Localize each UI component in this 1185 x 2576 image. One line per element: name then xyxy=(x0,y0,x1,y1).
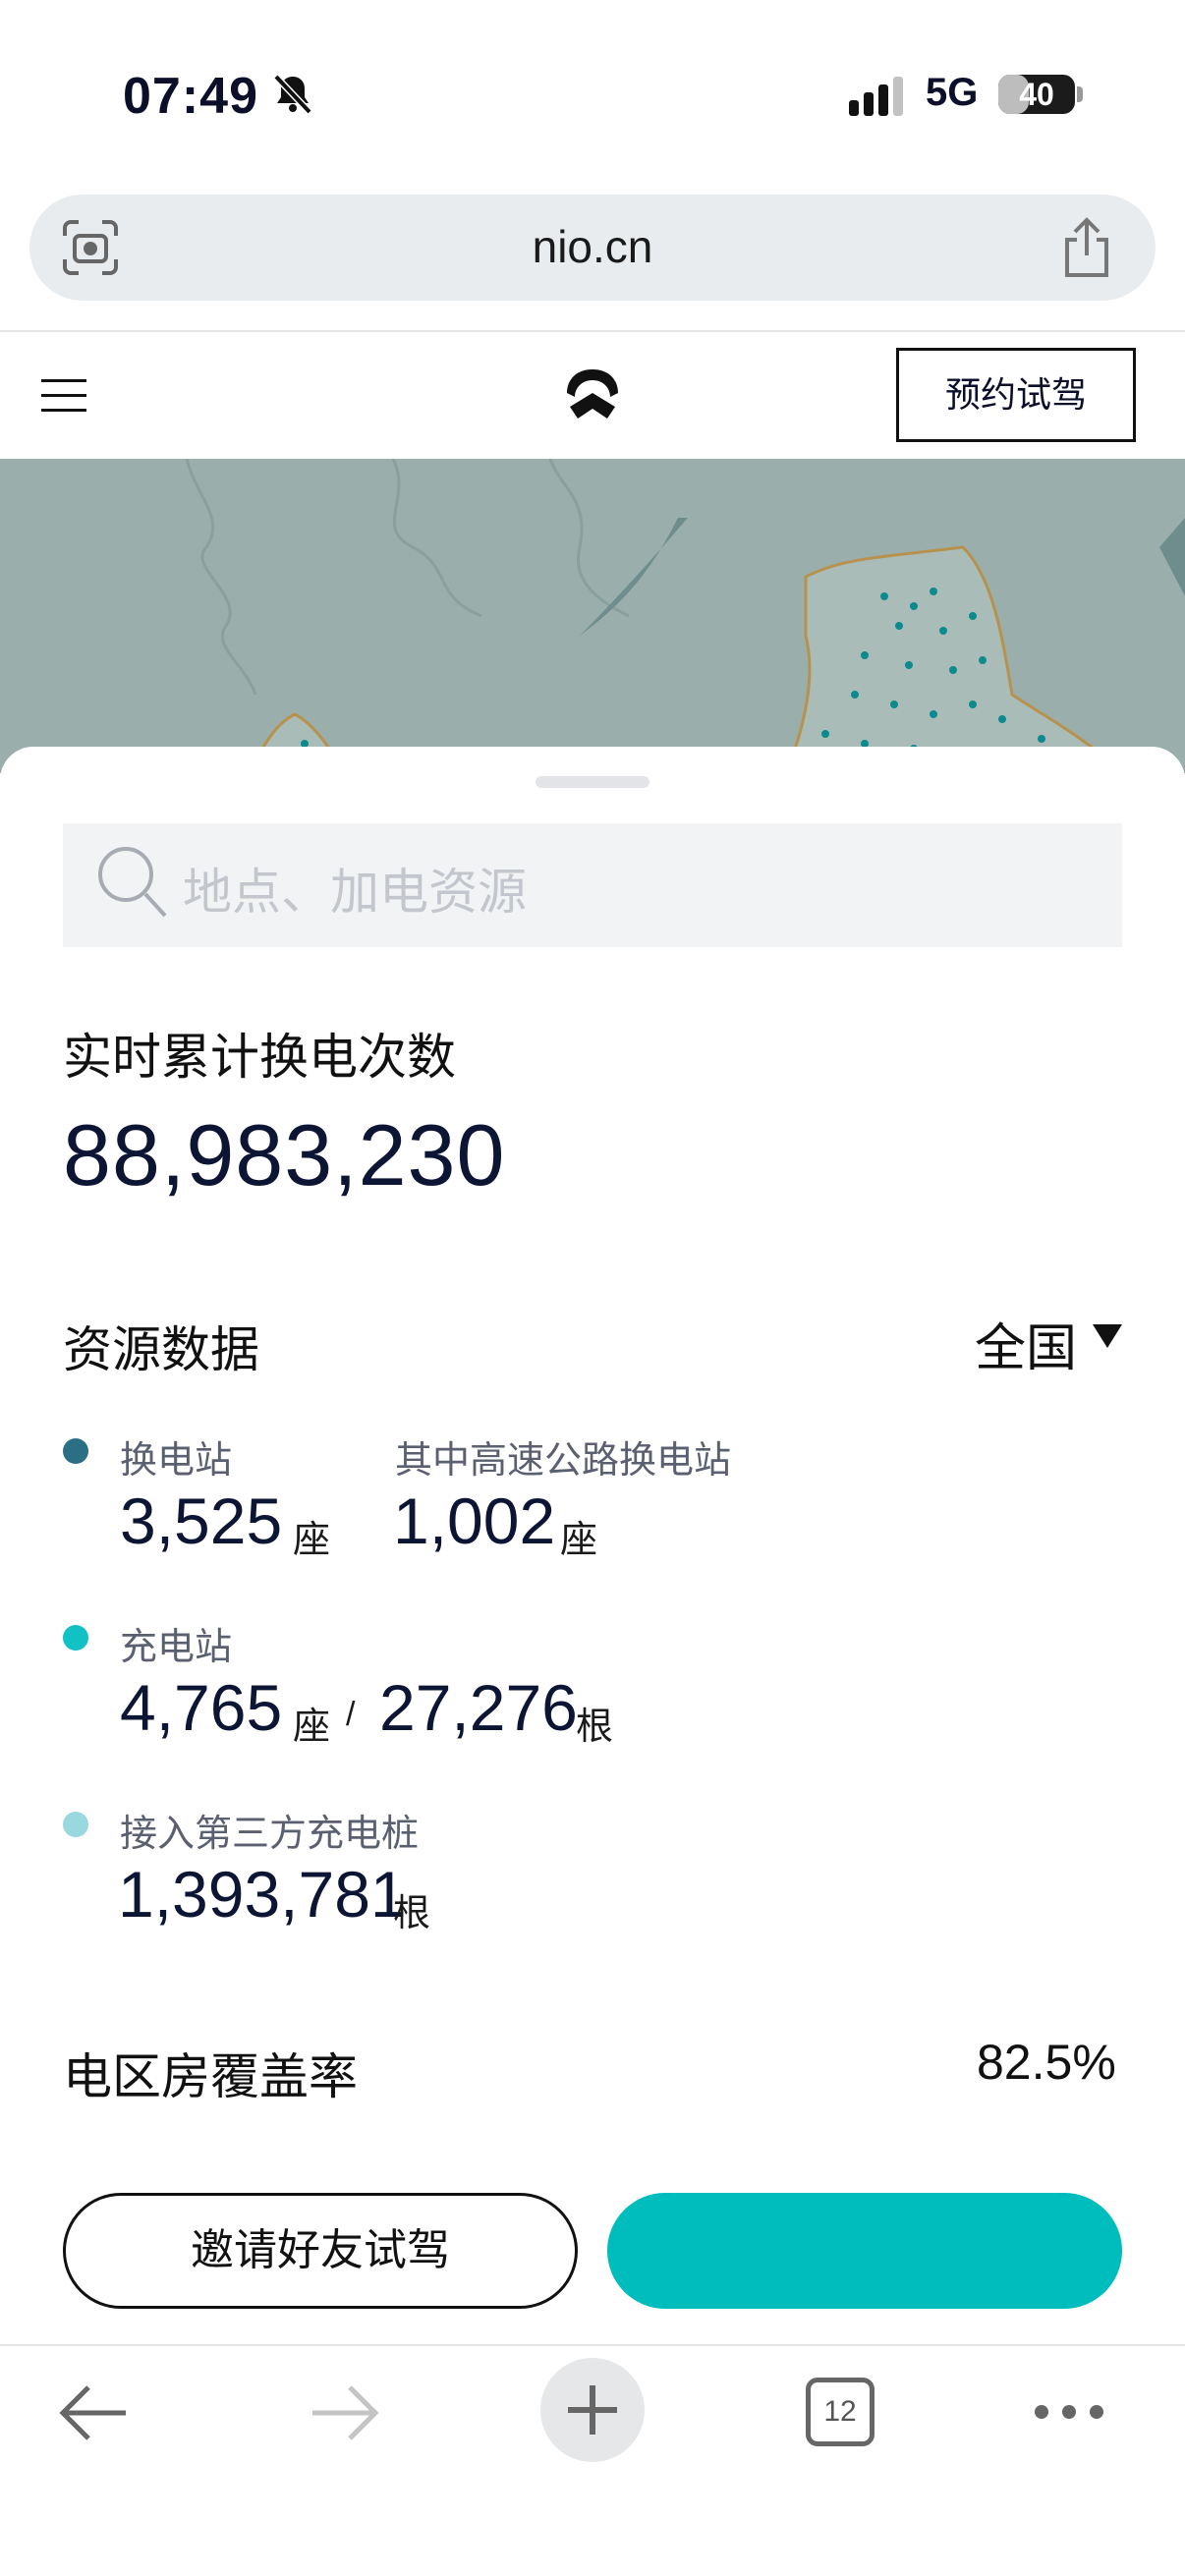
third-party-dot xyxy=(63,1812,88,1837)
network-type: 5G xyxy=(926,71,979,114)
highway-swap-count: 1,002 xyxy=(393,1484,556,1557)
signal-icon xyxy=(849,77,903,116)
url-text[interactable]: nio.cn xyxy=(0,220,1185,273)
nio-logo-icon[interactable] xyxy=(560,364,625,428)
triangle-down-icon[interactable] xyxy=(1091,1322,1124,1350)
back-arrow-icon[interactable] xyxy=(57,2383,132,2442)
region-selector[interactable]: 全国 xyxy=(975,1307,1077,1380)
charging-station-unit: 座 xyxy=(293,1707,331,1748)
swap-station-count: 3,525 xyxy=(120,1484,283,1557)
forward-arrow-icon[interactable] xyxy=(307,2383,381,2442)
highway-swap-unit: 座 xyxy=(560,1520,598,1561)
swap-station-unit: 座 xyxy=(293,1520,331,1561)
search-icon xyxy=(98,847,167,918)
battery-level: 40 xyxy=(1019,77,1054,112)
book-test-drive-button[interactable]: 预约试驾 xyxy=(896,348,1136,442)
third-party-label: 接入第三方充电桩 xyxy=(120,1814,420,1855)
third-party-unit: 根 xyxy=(393,1893,431,1934)
highway-swap-label: 其中高速公路换电站 xyxy=(395,1440,732,1482)
charging-station-label: 充电站 xyxy=(120,1627,233,1668)
toolbar-divider xyxy=(0,2344,1185,2346)
charging-station-count: 4,765 xyxy=(120,1671,283,1744)
charging-station-dot xyxy=(63,1625,88,1651)
charging-piles-count: 27,276 xyxy=(379,1671,578,1744)
hamburger-menu-icon[interactable] xyxy=(39,377,88,415)
search-placeholder: 地点、加电资源 xyxy=(183,865,527,920)
coverage-value: 82.5% xyxy=(977,2035,1116,2090)
charging-piles-unit: 根 xyxy=(576,1707,614,1748)
charging-separator: / xyxy=(346,1696,356,1733)
tab-count-button[interactable]: 12 xyxy=(806,2378,875,2446)
coverage-label: 电区房覆盖率 xyxy=(63,2049,358,2104)
swap-station-dot xyxy=(63,1438,88,1464)
new-tab-plus-icon[interactable] xyxy=(538,2356,647,2464)
more-options-icon[interactable] xyxy=(1032,2397,1106,2427)
charging-map[interactable] xyxy=(0,459,1185,773)
swap-total-label: 实时累计换电次数 xyxy=(63,1030,456,1085)
battery-indicator: 40 xyxy=(998,75,1075,114)
resources-label: 资源数据 xyxy=(63,1322,259,1377)
map-illustration xyxy=(185,459,1185,773)
invite-friend-button[interactable]: 邀请好友试驾 xyxy=(63,2193,578,2309)
drag-handle[interactable] xyxy=(536,776,649,788)
bell-muted-icon xyxy=(273,74,312,115)
status-time: 07:49 xyxy=(123,68,258,125)
swap-station-label: 换电站 xyxy=(120,1440,233,1482)
share-icon[interactable] xyxy=(1059,216,1114,279)
third-party-count: 1,393,781 xyxy=(118,1858,407,1931)
header-divider xyxy=(0,330,1185,332)
battery-tip xyxy=(1077,86,1083,102)
primary-action-button[interactable] xyxy=(607,2193,1122,2309)
swap-total-value: 88,983,230 xyxy=(63,1106,506,1204)
